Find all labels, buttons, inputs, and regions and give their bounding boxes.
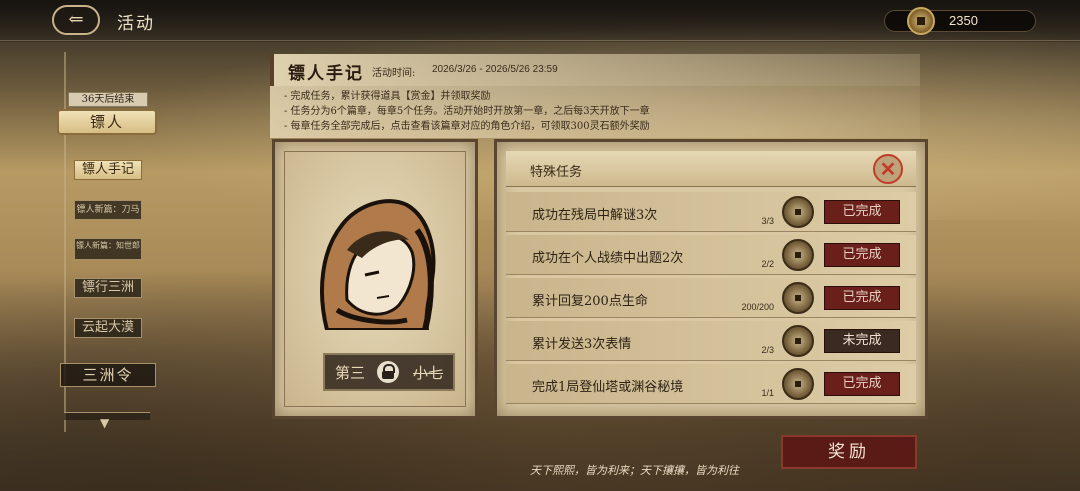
sidebar-item-sanzhouling[interactable]: 三洲令 [60,363,156,387]
chevron-down-icon[interactable]: ▼ [100,416,109,430]
event-period-label: 活动时间: [372,68,416,79]
task-progress: 2/3 [761,345,774,355]
task-header-label: 特殊任务 [530,165,583,180]
sidebar-item-notes[interactable]: 镖人手记 [74,160,142,180]
event-period-value: 2026/3/26 - 2026/5/26 23:59 [432,64,558,75]
reward-coin-icon[interactable] [782,282,814,314]
task-name: 累计发送3次表情 [532,337,632,352]
event-info-panel: 镖人手记 活动时间: 2026/3/26 - 2026/5/26 23:59 -… [270,54,932,138]
currency-display: 2350 [884,7,1036,35]
task-row: 成功在残局中解谜3次 3/3 已完成 [506,192,916,232]
event-title: 镖人手记 [288,64,364,84]
sidebar-event-tab[interactable]: 镖人 [57,109,157,135]
task-progress: 1/1 [761,388,774,398]
task-panel: 特殊任务 ✕ 成功在残局中解谜3次 3/3 已完成 成功在个人战绩中出题2次 2… [494,139,928,419]
status-button[interactable]: 未完成 [824,329,900,353]
reward-coin-icon[interactable] [782,325,814,357]
task-header: 特殊任务 [506,151,916,187]
top-bar: ⇐ 活动 2350 [0,0,1080,42]
task-row: 成功在个人战绩中出题2次 2/2 已完成 [506,235,916,275]
close-button[interactable]: ✕ [873,154,903,184]
sidebar-item-zhishilang[interactable]: 镖人新篇：知世郎 [74,238,142,260]
status-button[interactable]: 已完成 [824,286,900,310]
task-progress: 3/3 [761,216,774,226]
task-progress: 2/2 [761,259,774,269]
page-title: 活动 [117,14,155,34]
sidebar: 36天后结束 镖人 镖人手记 镖人新篇：刀马 镖人新篇：知世郎 镖行三洲 云起大… [50,52,170,491]
character-card[interactable]: 第三 小七 [272,139,478,419]
status-button[interactable]: 已完成 [824,372,900,396]
task-name: 完成1局登仙塔或渊谷秘境 [532,380,684,395]
rule-line: - 完成任务，累计获得道具【赏金】并领取奖励 [284,91,491,102]
close-icon: ✕ [879,157,897,181]
portrait-frame: 第三 小七 [284,151,466,407]
sidebar-item-desert[interactable]: 云起大漠 [74,318,142,338]
currency-value: 2350 [949,13,978,28]
title-divider [0,40,1080,41]
rule-line: - 每章任务全部完成后，点击查看该篇章对应的角色介绍，可领取300灵石额外奖励 [284,121,650,132]
back-button[interactable]: ⇐ [52,5,100,35]
rule-line: - 任务分为6个篇章，每章5个任务。活动开始时开放第一章，之后每3天开放下一章 [284,106,650,117]
task-name: 成功在残局中解谜3次 [532,208,658,223]
chapter-locked-name: 小七 [413,364,444,382]
status-button[interactable]: 已完成 [824,243,900,267]
task-row: 累计回复200点生命 200/200 已完成 [506,278,916,318]
reward-button[interactable]: 奖励 [781,435,917,469]
status-button[interactable]: 已完成 [824,200,900,224]
task-name: 成功在个人战绩中出题2次 [532,251,684,266]
task-name: 累计回复200点生命 [532,294,648,309]
panel-title-bar: 镖人手记 活动时间: 2026/3/26 - 2026/5/26 23:59 [270,54,920,86]
task-progress: 200/200 [741,302,774,312]
chapter-label: 第三 [335,364,366,382]
coin-icon [907,7,935,35]
footer-quote: 天下熙熙，皆为利来；天下攘攘，皆为利往 [530,464,739,477]
hooded-character-portrait [320,199,436,330]
reward-coin-icon[interactable] [782,196,814,228]
back-arrow-icon: ⇐ [68,9,84,30]
reward-coin-icon[interactable] [782,368,814,400]
chapter-bar: 第三 小七 [323,353,455,391]
reward-coin-icon[interactable] [782,239,814,271]
task-row: 完成1局登仙塔或渊谷秘境 1/1 已完成 [506,364,916,404]
deadline-badge: 36天后结束 [68,92,148,107]
sidebar-item-sanzhou[interactable]: 镖行三洲 [74,278,142,298]
lock-icon [377,361,399,383]
task-row: 累计发送3次表情 2/3 未完成 [506,321,916,361]
sidebar-item-daoma[interactable]: 镖人新篇：刀马 [74,200,142,220]
event-rules: - 完成任务，累计获得道具【赏金】并领取奖励 - 任务分为6个篇章，每章5个任务… [270,86,920,138]
